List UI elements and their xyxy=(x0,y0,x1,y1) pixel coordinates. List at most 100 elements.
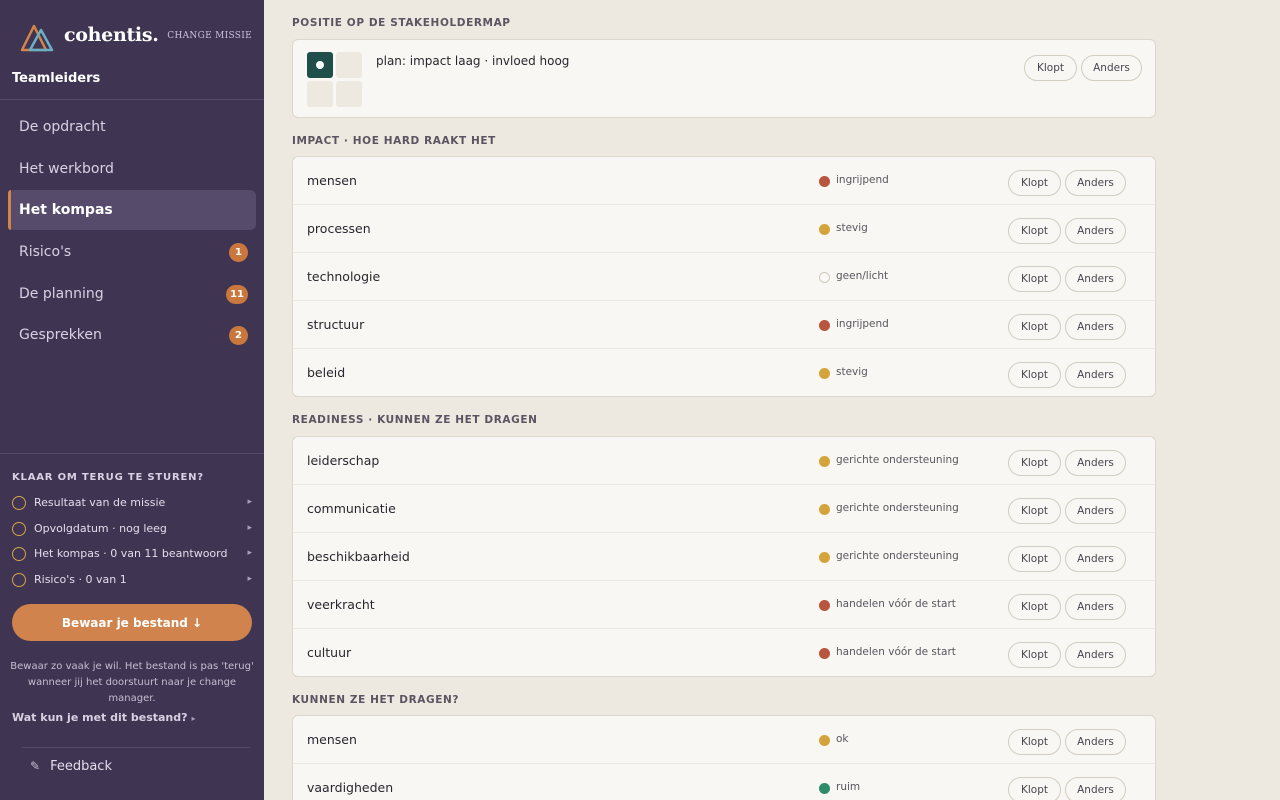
help-link[interactable]: Wat kun je met dit bestand? ▸ xyxy=(12,711,196,724)
nav-item-het-kompas[interactable]: Het kompas xyxy=(8,190,256,231)
klopt-button[interactable]: Klopt xyxy=(1008,642,1061,668)
anders-button[interactable]: Anders xyxy=(1065,777,1126,800)
checklist-item-resultaat[interactable]: Resultaat van de missie ▸ xyxy=(12,492,252,518)
anders-button[interactable]: Anders xyxy=(1081,55,1142,81)
status-dot-icon xyxy=(819,176,830,187)
chevron-right-icon: ▸ xyxy=(247,573,252,584)
nav-item-label: De planning xyxy=(19,285,104,302)
feedback-button[interactable]: ✎ Feedback xyxy=(30,759,112,774)
assessment-row: processen stevig Klopt Anders xyxy=(293,205,1155,253)
status-dot-icon xyxy=(819,456,830,467)
anders-button[interactable]: Anders xyxy=(1065,314,1126,340)
assessment-row: beschikbaarheid gerichte ondersteuning Klo… xyxy=(293,533,1155,581)
nav-item-risicos[interactable]: Risico's 1 xyxy=(8,232,256,272)
assessment-row: mensen ok Klopt Anders xyxy=(293,716,1155,764)
anders-button[interactable]: Anders xyxy=(1065,642,1126,668)
stakeholder-plan-text: plan: impact laag · invloed hoog xyxy=(376,54,570,68)
anders-button[interactable]: Anders xyxy=(1065,498,1126,524)
klopt-button[interactable]: Klopt xyxy=(1008,546,1061,572)
nav-item-label: Gesprekken xyxy=(19,327,102,344)
row-label: structuur xyxy=(307,317,365,332)
brand-name: cohentis. xyxy=(64,24,159,46)
assessment-row: cultuur handelen vóór de start Klopt Anders xyxy=(293,629,1155,676)
klopt-button[interactable]: Klopt xyxy=(1008,314,1061,340)
klopt-button[interactable]: Klopt xyxy=(1008,170,1061,196)
map-cell xyxy=(336,81,362,107)
section-title: IMPACT · HOE HARD RAAKT HET xyxy=(292,135,496,147)
anders-button[interactable]: Anders xyxy=(1065,546,1126,572)
section-title: READINESS · KUNNEN ZE HET DRAGEN xyxy=(292,414,538,426)
status-circle-icon xyxy=(12,572,26,587)
klopt-button[interactable]: Klopt xyxy=(1008,266,1061,292)
status-dot-icon xyxy=(819,783,830,794)
anders-button[interactable]: Anders xyxy=(1065,594,1126,620)
anders-button[interactable]: Anders xyxy=(1065,729,1126,755)
map-cell-selected xyxy=(307,52,333,78)
row-label: technologie xyxy=(307,269,381,284)
nav-item-gesprekken[interactable]: Gesprekken 2 xyxy=(8,315,256,355)
map-cell xyxy=(336,52,362,78)
klopt-button[interactable]: Klopt xyxy=(1008,594,1061,620)
klopt-button[interactable]: Klopt xyxy=(1008,729,1061,755)
klopt-button[interactable]: Klopt xyxy=(1008,498,1061,524)
pencil-icon: ✎ xyxy=(30,759,41,773)
row-label: processen xyxy=(307,221,371,236)
assessment-row: mensen ingrijpend Klopt Anders xyxy=(293,157,1155,205)
checklist-item-label: Het kompas · 0 van 11 beantwoord xyxy=(34,547,228,560)
chevron-right-icon: ▸ xyxy=(247,497,252,507)
anders-button[interactable]: Anders xyxy=(1065,362,1126,388)
status-dot-icon xyxy=(819,552,830,563)
stakeholder-map-grid xyxy=(307,52,363,108)
main-content: POSITIE OP DE STAKEHOLDERMAP plan: impac… xyxy=(264,0,1280,800)
klopt-button[interactable]: Klopt xyxy=(1024,55,1077,81)
nav-item-de-opdracht[interactable]: De opdracht xyxy=(8,107,256,147)
klopt-button[interactable]: Klopt xyxy=(1008,450,1061,476)
logo-icon xyxy=(20,24,54,52)
nav-item-het-werkbord[interactable]: Het werkbord xyxy=(8,149,256,189)
nav-item-label: Risico's xyxy=(19,244,72,261)
klopt-button[interactable]: Klopt xyxy=(1008,362,1061,388)
count-badge: 11 xyxy=(226,284,248,304)
status-dot-icon xyxy=(819,735,830,746)
divider xyxy=(0,99,264,100)
divider xyxy=(0,453,264,454)
status-dot-icon xyxy=(819,648,830,659)
sidebar-nav: De opdracht Het werkbord Het kompas Risi… xyxy=(8,107,256,357)
assessment-row: veerkracht handelen vóór de start Klopt And… xyxy=(293,581,1155,629)
anders-button[interactable]: Anders xyxy=(1065,170,1126,196)
save-note: Bewaar zo vaak je wil. Het bestand is pa… xyxy=(10,661,254,704)
klopt-button[interactable]: Klopt xyxy=(1008,777,1061,800)
anders-button[interactable]: Anders xyxy=(1065,450,1126,476)
anders-button[interactable]: Anders xyxy=(1065,218,1126,244)
chevron-right-icon: ▸ xyxy=(247,548,252,558)
status-label: gerichte ondersteuning xyxy=(836,454,959,466)
section-title: KUNNEN ZE HET DRAGEN? xyxy=(292,694,460,706)
change-missie-link[interactable]: CHANGE MISSIE xyxy=(167,31,252,41)
status-label: geen/licht xyxy=(836,270,889,282)
map-cell xyxy=(307,81,333,107)
status-dot-icon xyxy=(819,272,830,283)
row-label: cultuur xyxy=(307,645,352,660)
klopt-button[interactable]: Klopt xyxy=(1008,218,1061,244)
row-label: mensen xyxy=(307,173,357,188)
assessment-row: beleid stevig Klopt Anders xyxy=(293,349,1155,396)
checklist-item-opvolgdatum[interactable]: Opvolgdatum · nog leeg ▸ xyxy=(12,518,252,544)
row-label: communicatie xyxy=(307,501,396,516)
nav-item-de-planning[interactable]: De planning 11 xyxy=(8,274,256,314)
checklist-item-kompas[interactable]: Het kompas · 0 van 11 beantwoord ▸ xyxy=(12,543,252,569)
status-circle-icon xyxy=(12,496,26,510)
stakeholder-card: plan: impact laag · invloed hoog Klopt A… xyxy=(292,39,1156,118)
status-dot-icon xyxy=(819,224,830,235)
row-label: beschikbaarheid xyxy=(307,549,410,564)
status-label: gerichte ondersteuning xyxy=(836,502,959,514)
status-dot-icon xyxy=(819,504,830,515)
section-title-stakeholdermap: POSITIE OP DE STAKEHOLDERMAP xyxy=(292,17,511,29)
checklist-item-label: Risico's · 0 van 1 xyxy=(34,572,127,586)
checklist-item-risicos[interactable]: Risico's · 0 van 1 ▸ xyxy=(12,569,252,595)
save-file-button[interactable]: Bewaar je bestand ↓ xyxy=(12,604,252,641)
anders-button[interactable]: Anders xyxy=(1065,266,1126,292)
checklist: Resultaat van de missie ▸ Opvolgdatum · … xyxy=(12,492,252,594)
count-badge: 2 xyxy=(229,326,248,346)
row-label: leiderschap xyxy=(307,453,380,468)
assessment-card: mensen ingrijpend Klopt Anders processen stev… xyxy=(292,156,1156,397)
